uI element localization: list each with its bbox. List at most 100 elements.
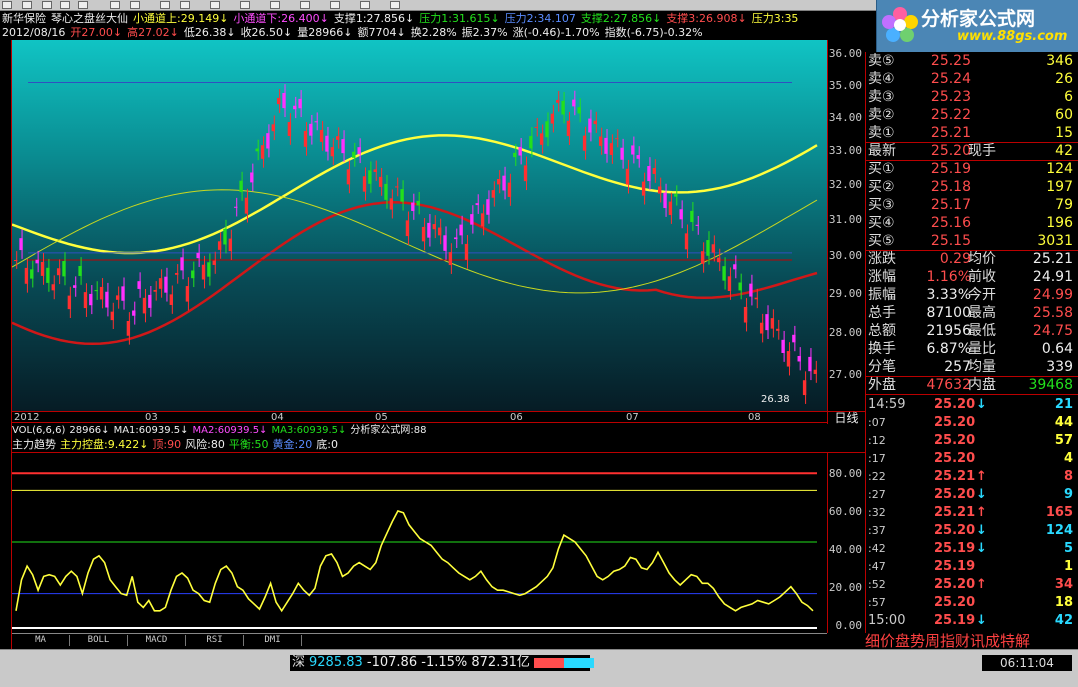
toolbar-button-5[interactable]: [110, 1, 120, 9]
date-tick: 2012: [14, 412, 40, 423]
price-scale: 36.00 35.00 34.00 33.00 32.00 31.00 30.00 29.00…: [827, 40, 865, 411]
tick-time: :47: [868, 560, 886, 573]
tick-time: 15:00: [868, 613, 906, 628]
stat-label: 换手: [868, 341, 896, 357]
tick-row: :17 25.20 4: [866, 450, 1078, 468]
candle-body: [191, 270, 195, 279]
date-tick: 06: [510, 412, 523, 423]
stat-row: 总额 21956 最低 24.75: [866, 322, 1078, 340]
row-label: 卖⑤: [868, 53, 895, 69]
index-amount: 872.31亿: [471, 655, 530, 670]
tab-dmi[interactable]: DMI: [244, 635, 302, 646]
candle-body: [582, 135, 587, 151]
buy-level-4[interactable]: 买④ 25.16 196: [866, 214, 1078, 232]
toolbar-button-2[interactable]: [42, 1, 52, 9]
row-vol: 196: [1046, 215, 1073, 231]
candle-body: [282, 93, 286, 109]
tick-qty: 5: [1063, 541, 1073, 556]
stat-label2: 量比: [968, 341, 996, 357]
stat-label2: 前收: [968, 269, 996, 285]
toolbar-button-14[interactable]: [360, 1, 370, 9]
candle-body: [330, 147, 334, 157]
toolbar-button-8[interactable]: [180, 1, 190, 9]
candle-body: [400, 189, 404, 202]
toolbar-button-6[interactable]: [130, 1, 140, 9]
toolbar-button-10[interactable]: [240, 1, 250, 9]
price-tick: 33.00: [828, 144, 862, 157]
tick-row: :32 25.21 ↑ 165: [866, 504, 1078, 522]
tick-qty: 165: [1045, 505, 1073, 520]
buy-level-2[interactable]: 买② 25.18 197: [866, 178, 1078, 196]
candle-body: [658, 186, 662, 194]
price-tick: 36.00: [828, 47, 862, 60]
price-tick: 28.00: [828, 326, 862, 339]
candle-body: [30, 269, 34, 279]
sell-level-5[interactable]: 卖⑤ 25.25 346: [866, 52, 1078, 70]
tick-row: :42 25.19 ↓ 5: [866, 540, 1078, 558]
candlestick-chart[interactable]: 26.38: [11, 40, 827, 411]
ind-value-0: 主力趋势: [12, 438, 56, 451]
stat-value: 0.29: [939, 251, 971, 267]
stat-value: 21956: [926, 323, 971, 339]
indicator-chart[interactable]: [12, 452, 827, 632]
tick-qty: 21: [1054, 397, 1073, 412]
row-label: 买⑤: [868, 233, 895, 249]
tick-qty: 8: [1063, 469, 1073, 484]
sell-level-2[interactable]: 卖② 25.22 60: [866, 106, 1078, 124]
toolbar-button-15[interactable]: [390, 1, 400, 9]
tab-rsi[interactable]: RSI: [186, 635, 244, 646]
candle-body: [464, 243, 469, 260]
indicator-scale: 80.00 60.00 40.00 20.00 0.00: [827, 452, 865, 633]
stat-label2: 最低: [968, 323, 996, 339]
candle-body: [73, 285, 77, 288]
candle-body: [94, 290, 98, 292]
tick-price: 25.20: [934, 523, 976, 538]
row-price: 25.22: [930, 107, 971, 123]
toolbar-button-12[interactable]: [300, 1, 310, 9]
sell-level-3[interactable]: 卖③ 25.23 6: [866, 88, 1078, 106]
stat-label2: 今开: [968, 287, 996, 303]
period-label[interactable]: 日线: [827, 411, 865, 425]
toolbar-button-4[interactable]: [78, 1, 88, 9]
row-price: 25.16: [930, 215, 971, 231]
quote-value-1: 开27.00↓: [70, 26, 123, 39]
toolbar-button-1[interactable]: [22, 1, 32, 9]
toolbar-button-11[interactable]: [270, 1, 280, 9]
sell-level-1[interactable]: 卖① 25.21 15: [866, 124, 1078, 142]
candle-body: [572, 99, 576, 107]
candle-body: [223, 228, 227, 245]
function-keys[interactable]: 细价盘势周指财讯成特解: [865, 633, 1078, 649]
tab-boll[interactable]: BOLL: [70, 635, 128, 646]
candle-body: [298, 98, 302, 109]
toolbar-button-9[interactable]: [210, 1, 220, 9]
candle-body: [690, 210, 694, 223]
toolbar-button-3[interactable]: [60, 1, 70, 9]
buy-level-5[interactable]: 买⑤ 25.15 3031: [866, 232, 1078, 250]
stat-row: 分笔 257 均量 339: [866, 358, 1078, 376]
toolbar-button-7[interactable]: [160, 1, 170, 9]
header-value-5: 支撑2:27.856↓: [580, 12, 662, 25]
candle-body: [631, 145, 635, 155]
index-ticker[interactable]: 深 9285.83 -107.86 -1.15% 872.31亿: [290, 655, 595, 671]
toolbar-button-13[interactable]: [330, 1, 340, 9]
date-tick: 05: [375, 412, 388, 423]
row-label: 买①: [868, 161, 895, 177]
menu-button[interactable]: [2, 1, 12, 9]
candle-body: [765, 314, 769, 331]
buy-level-1[interactable]: 买① 25.19 124: [866, 160, 1078, 178]
candle-body: [717, 257, 721, 263]
buy-level-3[interactable]: 买③ 25.17 79: [866, 196, 1078, 214]
row-vol: 6: [1064, 89, 1073, 105]
arrow-down-icon: ↓: [976, 523, 987, 538]
vol-value-0: VOL(6,6,6): [12, 425, 66, 436]
header-value-0: 小通道上:29.149↓: [133, 12, 229, 25]
tick-price: 25.21: [934, 505, 976, 520]
row-label: 买③: [868, 197, 895, 213]
candle-body: [711, 244, 716, 253]
candle-body: [293, 105, 297, 110]
tab-macd[interactable]: MACD: [128, 635, 186, 646]
candle-body: [416, 200, 420, 206]
tab-ma[interactable]: MA: [12, 635, 70, 646]
inner-label: 内盘: [968, 377, 996, 393]
sell-level-4[interactable]: 卖④ 25.24 26: [866, 70, 1078, 88]
